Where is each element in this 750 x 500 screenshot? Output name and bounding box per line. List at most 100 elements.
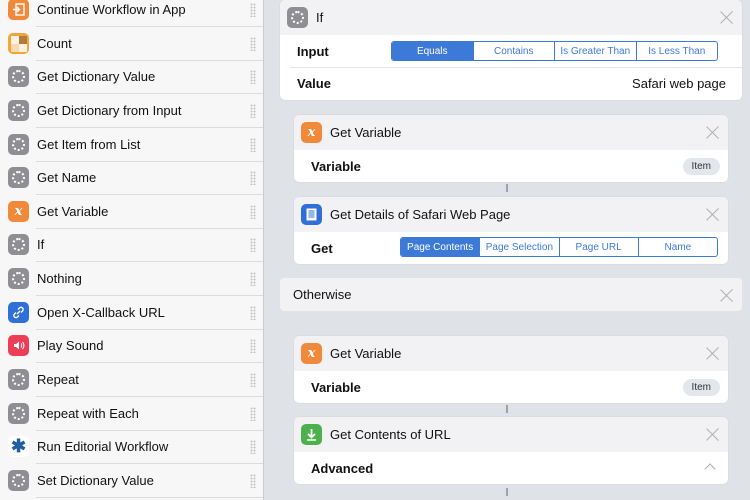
gear-icon — [8, 100, 29, 122]
gear-icon — [287, 7, 308, 28]
drag-handle-icon[interactable] — [250, 407, 256, 421]
gear-icon — [8, 134, 29, 156]
segment-name[interactable]: Name — [637, 238, 717, 256]
drag-handle-icon[interactable] — [250, 104, 256, 118]
sidebar-item-label: Repeat — [37, 372, 79, 388]
sidebar-item-repeat-with-each[interactable]: Repeat with Each — [0, 397, 263, 431]
sidebar-item-label: Repeat with Each — [37, 406, 139, 422]
continue-workflow-icon — [8, 0, 29, 21]
link-icon — [8, 302, 29, 324]
drag-handle-icon[interactable] — [250, 138, 256, 152]
drag-handle-icon[interactable] — [250, 474, 256, 488]
drag-handle-icon[interactable] — [250, 238, 256, 252]
get-contents-of-url-card[interactable]: Get Contents of URL Advanced — [294, 417, 728, 484]
card-title: Get Variable — [330, 346, 402, 361]
detail-segmented-control[interactable]: Page Contents Page Selection Page URL Na… — [400, 237, 718, 257]
sidebar-item-label: Get Item from List — [37, 137, 141, 153]
condition-segmented-control[interactable]: Equals Contains Is Greater Than Is Less … — [391, 41, 718, 61]
close-icon[interactable] — [706, 346, 720, 360]
drag-handle-icon[interactable] — [250, 440, 256, 454]
drag-handle-icon[interactable] — [250, 339, 256, 353]
sidebar-item-continue-workflow[interactable]: Continue Workflow in App — [0, 0, 263, 27]
editorial-icon: ✱ — [8, 436, 29, 458]
action-sidebar: Continue Workflow in App Count Get Dicti… — [0, 0, 264, 500]
variable-icon: x — [301, 122, 322, 143]
connector-line — [506, 184, 508, 192]
gear-icon — [8, 268, 29, 290]
variable-icon: x — [301, 343, 322, 364]
variable-icon: x — [8, 201, 29, 223]
safari-details-card[interactable]: Get Details of Safari Web Page Get Page … — [294, 197, 728, 264]
gear-icon — [8, 470, 29, 492]
advanced-label: Advanced — [311, 461, 374, 476]
value-label: Value — [297, 76, 331, 91]
variable-label: Variable — [311, 159, 361, 174]
sidebar-item-get-dictionary-from-input[interactable]: Get Dictionary from Input — [0, 94, 263, 128]
otherwise-block[interactable]: Otherwise — [280, 278, 742, 311]
drag-handle-icon[interactable] — [250, 306, 256, 320]
input-label: Input — [297, 44, 329, 59]
sidebar-item-label: Get Name — [37, 170, 97, 186]
sidebar-item-get-dictionary-value[interactable]: Get Dictionary Value — [0, 60, 263, 94]
segment-page-url[interactable]: Page URL — [558, 238, 638, 256]
drag-handle-icon[interactable] — [250, 373, 256, 387]
close-icon[interactable] — [706, 427, 720, 441]
close-icon[interactable] — [706, 207, 720, 221]
drag-handle-icon[interactable] — [250, 70, 256, 84]
segment-is-greater-than[interactable]: Is Greater Than — [554, 42, 636, 60]
segment-contains[interactable]: Contains — [472, 42, 555, 60]
segment-page-selection[interactable]: Page Selection — [479, 238, 558, 256]
card-title: Get Contents of URL — [330, 427, 451, 442]
if-action-card[interactable]: If Input Equals Contains Is Greater Than… — [280, 0, 742, 100]
sidebar-item-nothing[interactable]: Nothing — [0, 262, 263, 296]
sidebar-item-get-variable[interactable]: x Get Variable — [0, 195, 263, 229]
drag-handle-icon[interactable] — [250, 37, 256, 51]
sidebar-item-open-x-callback-url[interactable]: Open X-Callback URL — [0, 296, 263, 330]
sidebar-item-label: Get Dictionary from Input — [37, 103, 182, 119]
sidebar-item-count[interactable]: Count — [0, 27, 263, 61]
gear-icon — [8, 167, 29, 189]
chevron-up-icon[interactable] — [704, 463, 716, 475]
drag-handle-icon[interactable] — [250, 171, 256, 185]
sidebar-item-label: Open X-Callback URL — [37, 305, 165, 321]
get-variable-card[interactable]: x Get Variable Variable Item — [294, 115, 728, 182]
sidebar-item-repeat[interactable]: Repeat — [0, 363, 263, 397]
connector-line — [506, 405, 508, 413]
close-icon[interactable] — [720, 10, 734, 24]
close-icon[interactable] — [706, 125, 720, 139]
segment-equals[interactable]: Equals — [392, 42, 473, 60]
sidebar-item-get-name[interactable]: Get Name — [0, 161, 263, 195]
sidebar-item-label: Run Editorial Workflow — [37, 439, 169, 455]
speaker-icon — [8, 335, 29, 357]
otherwise-label: Otherwise — [293, 287, 352, 302]
sidebar-item-play-sound[interactable]: Play Sound — [0, 329, 263, 363]
workflow-editor: If Input Equals Contains Is Greater Than… — [264, 0, 750, 500]
card-title: Get Variable — [330, 125, 402, 140]
sidebar-item-label: Get Variable — [37, 204, 109, 220]
sidebar-item-label: Get Dictionary Value — [37, 69, 156, 85]
variable-label: Variable — [311, 380, 361, 395]
value-field[interactable]: Safari web page — [632, 76, 726, 91]
segment-is-less-than[interactable]: Is Less Than — [635, 42, 718, 60]
sidebar-item-label: If — [37, 237, 45, 253]
gear-icon — [8, 234, 29, 256]
variable-token[interactable]: Item — [682, 379, 720, 396]
drag-handle-icon[interactable] — [250, 272, 256, 286]
sidebar-item-label: Continue Workflow in App — [37, 2, 186, 18]
get-variable-card[interactable]: x Get Variable Variable Item — [294, 336, 728, 403]
sidebar-item-label: Nothing — [37, 271, 82, 287]
get-label: Get — [311, 241, 333, 256]
sidebar-item-set-dictionary-value[interactable]: Set Dictionary Value — [0, 464, 263, 498]
sidebar-item-get-item-from-list[interactable]: Get Item from List — [0, 128, 263, 162]
gear-icon — [8, 369, 29, 391]
variable-token[interactable]: Item — [682, 158, 720, 175]
sidebar-item-run-editorial-workflow[interactable]: ✱ Run Editorial Workflow — [0, 430, 263, 464]
download-icon — [301, 424, 322, 445]
gear-icon — [8, 66, 29, 88]
close-icon[interactable] — [720, 288, 734, 302]
drag-handle-icon[interactable] — [250, 3, 256, 17]
sidebar-item-label: Count — [37, 36, 72, 52]
drag-handle-icon[interactable] — [250, 205, 256, 219]
segment-page-contents[interactable]: Page Contents — [401, 238, 480, 256]
sidebar-item-if[interactable]: If — [0, 228, 263, 262]
